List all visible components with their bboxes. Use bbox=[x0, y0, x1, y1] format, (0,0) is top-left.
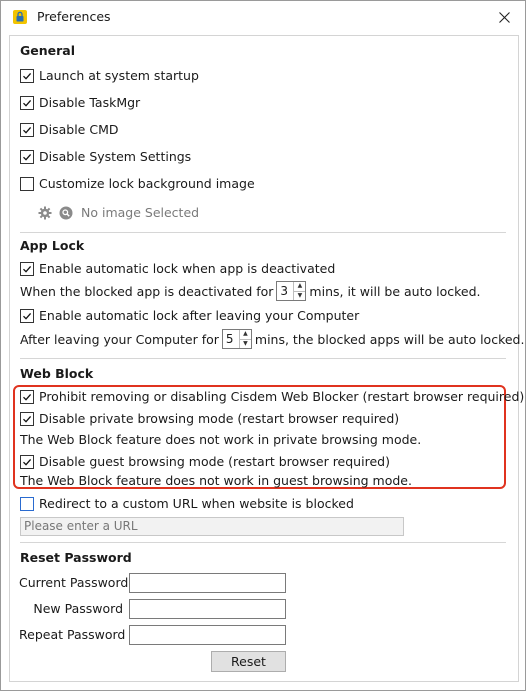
disable-guest-browsing-checkbox[interactable]: Disable guest browsing mode (restart bro… bbox=[20, 454, 390, 469]
disable-system-settings-checkbox[interactable]: Disable System Settings bbox=[20, 149, 191, 164]
section-title-app-lock: App Lock bbox=[20, 238, 85, 253]
image-status: No image Selected bbox=[81, 205, 200, 220]
checkbox-label: Enable automatic lock when app is deacti… bbox=[39, 261, 336, 276]
lock-after-leaving-checkbox[interactable]: Enable automatic lock after leaving your… bbox=[20, 308, 359, 323]
divider bbox=[20, 232, 506, 233]
custom-url-input[interactable]: Please enter a URL bbox=[20, 517, 404, 536]
section-title-reset-password: Reset Password bbox=[20, 550, 132, 565]
stepper-value[interactable]: 3 bbox=[277, 282, 293, 300]
checkbox-box[interactable] bbox=[20, 454, 34, 469]
deactivated-duration-row: When the blocked app is deactivated for … bbox=[20, 279, 481, 303]
title-bar: Preferences bbox=[1, 1, 525, 32]
stepper-up-icon[interactable]: ▲ bbox=[240, 330, 251, 339]
private-browsing-note: The Web Block feature does not work in p… bbox=[20, 432, 422, 447]
checkbox-box[interactable] bbox=[20, 411, 34, 426]
checkbox-label: Customize lock background image bbox=[39, 176, 255, 191]
background-image-row: No image Selected bbox=[38, 205, 199, 220]
checkbox-label: Disable private browsing mode (restart b… bbox=[39, 411, 400, 426]
current-password-label: Current Password bbox=[19, 575, 129, 590]
checkbox-box[interactable] bbox=[20, 176, 34, 191]
checkbox-label: Redirect to a custom URL when website is… bbox=[39, 496, 354, 511]
leaving-duration-row: After leaving your Computer for 5 ▲ ▼ mi… bbox=[20, 327, 524, 351]
leaving-minutes-stepper[interactable]: 5 ▲ ▼ bbox=[221, 329, 252, 349]
new-password-field[interactable] bbox=[129, 599, 286, 619]
section-title-web-block: Web Block bbox=[20, 366, 94, 381]
disable-private-browsing-checkbox[interactable]: Disable private browsing mode (restart b… bbox=[20, 411, 399, 426]
deactivated-prefix: When the blocked app is deactivated for bbox=[20, 283, 274, 299]
reset-button[interactable]: Reset bbox=[211, 651, 286, 672]
close-button[interactable] bbox=[489, 4, 519, 30]
redirect-url-checkbox[interactable]: Redirect to a custom URL when website is… bbox=[20, 496, 354, 511]
checkbox-box[interactable] bbox=[20, 95, 34, 110]
checkbox-box[interactable] bbox=[20, 68, 34, 83]
launch-at-startup-checkbox[interactable]: Launch at system startup bbox=[20, 68, 199, 83]
disable-taskmgr-checkbox[interactable]: Disable TaskMgr bbox=[20, 95, 140, 110]
deactivated-suffix: mins, it will be auto locked. bbox=[309, 283, 481, 299]
prohibit-removing-checkbox[interactable]: Prohibit removing or disabling Cisdem We… bbox=[20, 389, 524, 404]
gear-icon[interactable] bbox=[38, 206, 52, 220]
divider bbox=[20, 358, 506, 359]
checkbox-label: Disable guest browsing mode (restart bro… bbox=[39, 454, 390, 469]
preferences-panel: General Launch at system startup Disable… bbox=[9, 35, 524, 682]
divider bbox=[20, 542, 506, 543]
deactivated-minutes-stepper[interactable]: 3 ▲ ▼ bbox=[276, 281, 307, 301]
lock-when-deactivated-checkbox[interactable]: Enable automatic lock when app is deacti… bbox=[20, 261, 335, 276]
section-title-general: General bbox=[20, 43, 75, 58]
new-password-label: New Password bbox=[33, 601, 123, 616]
stepper-up-icon[interactable]: ▲ bbox=[294, 282, 305, 291]
window-title: Preferences bbox=[37, 9, 111, 24]
checkbox-label: Launch at system startup bbox=[39, 68, 199, 83]
checkbox-label: Disable CMD bbox=[39, 122, 119, 137]
checkbox-box[interactable] bbox=[20, 122, 34, 137]
checkbox-label: Disable TaskMgr bbox=[39, 95, 141, 110]
checkbox-label: Enable automatic lock after leaving your… bbox=[39, 308, 360, 323]
preferences-window: Preferences General Launch at system sta… bbox=[0, 0, 526, 691]
customize-lock-background-checkbox[interactable]: Customize lock background image bbox=[20, 176, 255, 191]
lock-app-icon bbox=[12, 9, 28, 25]
repeat-password-label: Repeat Password bbox=[19, 627, 126, 642]
disable-cmd-checkbox[interactable]: Disable CMD bbox=[20, 122, 118, 137]
search-icon[interactable] bbox=[59, 206, 73, 220]
checkbox-label: Prohibit removing or disabling Cisdem We… bbox=[39, 389, 525, 404]
leaving-suffix: mins, the blocked apps will be auto lock… bbox=[254, 331, 525, 347]
checkbox-box[interactable] bbox=[20, 308, 34, 323]
current-password-field[interactable] bbox=[129, 573, 286, 593]
stepper-down-icon[interactable]: ▼ bbox=[239, 338, 251, 349]
stepper-down-icon[interactable]: ▼ bbox=[294, 290, 306, 301]
checkbox-box[interactable] bbox=[20, 149, 34, 164]
checkbox-box[interactable] bbox=[20, 261, 34, 276]
close-icon bbox=[498, 11, 510, 23]
stepper-value[interactable]: 5 bbox=[223, 330, 239, 348]
leaving-prefix: After leaving your Computer for bbox=[20, 331, 219, 347]
checkbox-box[interactable] bbox=[20, 389, 34, 404]
repeat-password-field[interactable] bbox=[129, 625, 286, 645]
checkbox-box[interactable] bbox=[20, 496, 34, 511]
checkbox-label: Disable System Settings bbox=[39, 149, 192, 164]
guest-browsing-note: The Web Block feature does not work in g… bbox=[20, 473, 412, 488]
